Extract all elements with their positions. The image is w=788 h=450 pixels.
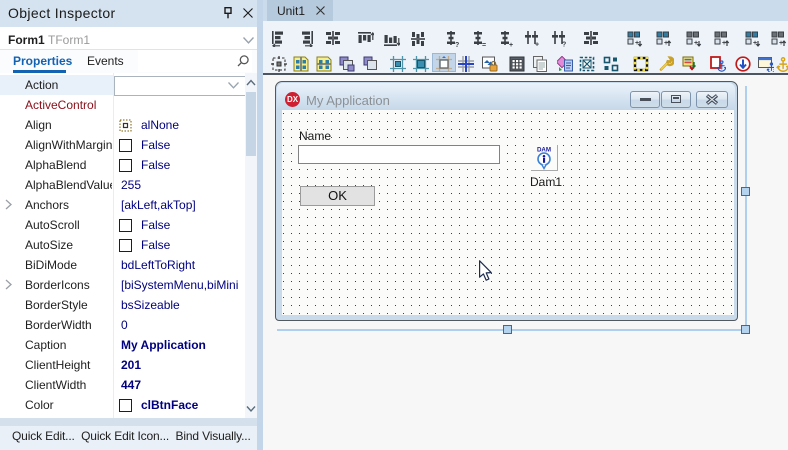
svg-text:+: + [635,40,639,47]
svg-text:+: + [694,40,698,47]
svg-text:+: + [722,40,726,47]
svg-text:+: + [509,42,513,47]
svg-text:+: + [779,40,783,47]
svg-text:+: + [664,40,668,47]
svg-text:+: + [535,42,539,48]
svg-text:?: ? [455,42,459,47]
svg-text:=: = [482,42,486,47]
svg-text:+: + [753,40,757,47]
svg-text:?: ? [562,42,566,48]
